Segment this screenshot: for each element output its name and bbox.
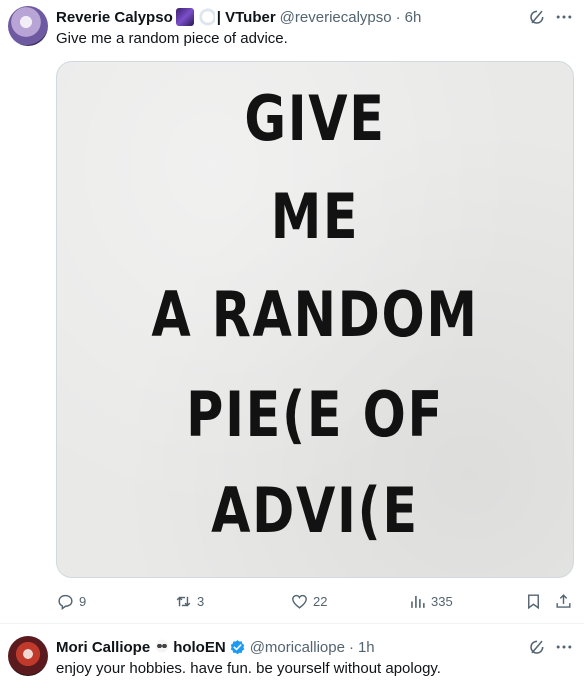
avatar[interactable] bbox=[8, 6, 48, 46]
image-text-line: ME bbox=[270, 180, 360, 253]
display-name-suffix[interactable]: holoEN bbox=[173, 639, 226, 656]
grok-icon[interactable] bbox=[527, 637, 547, 657]
heart-icon bbox=[292, 594, 307, 609]
user-handle[interactable]: @moricalliope bbox=[250, 639, 345, 656]
separator-dot: · bbox=[348, 638, 354, 656]
view-count: 335 bbox=[431, 593, 453, 609]
image-text-line: A RANDOM bbox=[151, 278, 479, 351]
verified-badge-icon[interactable] bbox=[229, 639, 246, 656]
tweet-text: Give me a random piece of advice. bbox=[56, 30, 288, 47]
views-icon bbox=[411, 595, 425, 608]
bookmark-icon bbox=[528, 593, 539, 609]
repost-button[interactable]: 3 bbox=[174, 589, 204, 613]
tweet-header: Mori Calliope holoEN @moricalliope · 1h bbox=[56, 637, 375, 657]
repost-count: 3 bbox=[197, 593, 205, 609]
display-name[interactable]: Mori Calliope bbox=[56, 639, 150, 656]
tweet-image[interactable]: GIVE ME A RANDOM PIE(E OF ADVI(E bbox=[56, 61, 574, 578]
image-text-line: PIE(E OF bbox=[186, 378, 444, 451]
image-text-line: ADVI(E bbox=[211, 474, 419, 547]
reply-count: 9 bbox=[79, 593, 87, 609]
tweet[interactable]: Reverie Calypso | VTuber @reveriecalypso… bbox=[0, 0, 584, 623]
share-button[interactable] bbox=[554, 589, 573, 613]
wing-emoji-icon bbox=[196, 8, 215, 26]
reply-button[interactable]: 9 bbox=[56, 589, 86, 613]
display-name-suffix[interactable]: | VTuber bbox=[217, 9, 276, 26]
views-button[interactable]: 335 bbox=[408, 589, 453, 613]
timestamp[interactable]: 6h bbox=[405, 9, 422, 26]
reply-icon bbox=[58, 594, 73, 610]
like-count: 22 bbox=[313, 593, 328, 609]
share-icon bbox=[556, 593, 571, 608]
tweet-text: enjoy your hobbies. have fun. be yoursel… bbox=[56, 660, 441, 677]
more-icon[interactable] bbox=[554, 7, 574, 27]
avatar[interactable] bbox=[8, 636, 48, 676]
repost-icon bbox=[176, 596, 191, 606]
separator-dot: · bbox=[395, 8, 401, 26]
bookmark-button[interactable] bbox=[524, 589, 543, 613]
tweet-actions: 9 3 22 335 bbox=[56, 589, 574, 613]
grok-icon[interactable] bbox=[527, 7, 547, 27]
tweet[interactable]: Mori Calliope holoEN @moricalliope · 1h … bbox=[0, 624, 584, 693]
timestamp[interactable]: 1h bbox=[358, 639, 375, 656]
display-name[interactable]: Reverie Calypso bbox=[56, 9, 173, 26]
like-button[interactable]: 22 bbox=[290, 589, 327, 613]
image-text-line: GIVE bbox=[244, 82, 386, 155]
skull-emoji-icon bbox=[153, 638, 172, 656]
user-handle[interactable]: @reveriecalypso bbox=[280, 9, 392, 26]
more-icon[interactable] bbox=[554, 637, 574, 657]
galaxy-emoji-icon bbox=[175, 8, 194, 26]
tweet-header: Reverie Calypso | VTuber @reveriecalypso… bbox=[56, 7, 421, 27]
